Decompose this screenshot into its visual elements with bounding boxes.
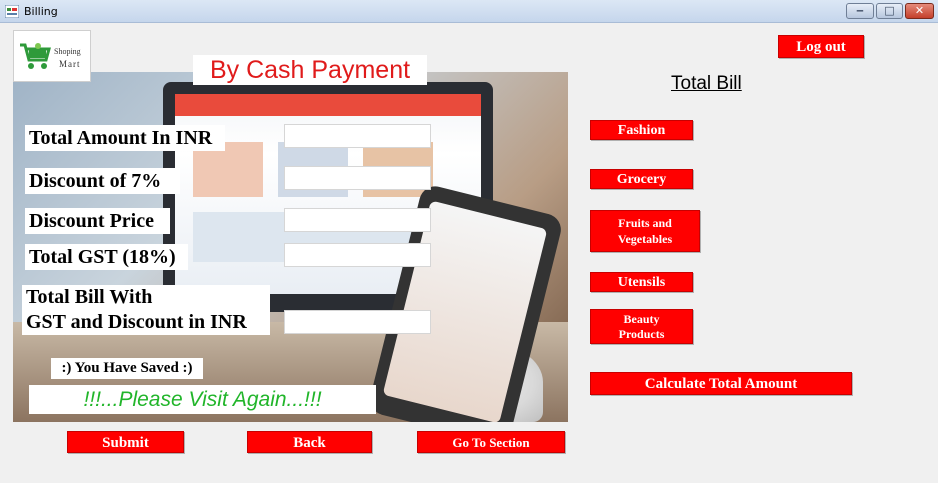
window-title: Billing [24,5,58,18]
total-bill-label-line2: GST and Discount in INR [26,311,247,333]
back-button[interactable]: Back [247,431,372,453]
logo-text-line2: Mart [59,59,81,69]
go-to-section-button[interactable]: Go To Section [417,431,565,453]
fruits-line1: Fruits and [618,216,672,230]
total-bill-label-line1: Total Bill With [26,286,153,308]
saved-message: :) You Have Saved :) [51,358,203,379]
beauty-line2: Products [618,327,665,341]
total-gst-input[interactable] [284,243,431,267]
maximize-icon: □ [884,4,895,17]
total-amount-input[interactable] [284,124,431,148]
title-bar: Billing ‒ □ ✕ [0,0,938,23]
grocery-button[interactable]: Grocery [590,169,693,189]
minimize-button[interactable]: ‒ [846,3,874,19]
fashion-button[interactable]: Fashion [590,120,693,140]
total-amount-label: Total Amount In INR [25,125,225,151]
minimize-icon: ‒ [856,4,864,17]
shopping-cart-icon [20,43,51,69]
beauty-products-button[interactable]: Beauty Products [590,309,693,344]
page-heading: By Cash Payment [193,55,427,85]
discount-label: Discount of 7% [25,168,180,194]
calculate-total-button[interactable]: Calculate Total Amount [590,372,852,395]
discount-price-input[interactable] [284,208,431,232]
shopping-mart-logo: Shoping Mart [13,30,91,82]
total-gst-label: Total GST (18%) [25,244,188,270]
discount-price-label: Discount Price [25,208,170,234]
fruits-vegetables-button[interactable]: Fruits and Vegetables [590,210,700,252]
utensils-button[interactable]: Utensils [590,272,693,292]
visit-again-message: !!!...Please Visit Again...!!! [29,385,376,414]
close-icon: ✕ [914,4,925,17]
total-bill-label: Total Bill With GST and Discount in INR [22,285,270,335]
discount-input[interactable] [284,166,431,190]
fruits-line2: Vegetables [617,232,673,246]
close-button[interactable]: ✕ [905,3,934,19]
maximize-button[interactable]: □ [876,3,903,19]
app-icon [5,5,19,18]
total-bill-input[interactable] [284,310,431,334]
total-bill-heading: Total Bill [671,73,742,94]
submit-button[interactable]: Submit [67,431,184,453]
beauty-line1: Beauty [623,312,660,326]
logout-button[interactable]: Log out [778,35,864,58]
logo-text-line1: Shoping [54,47,81,56]
